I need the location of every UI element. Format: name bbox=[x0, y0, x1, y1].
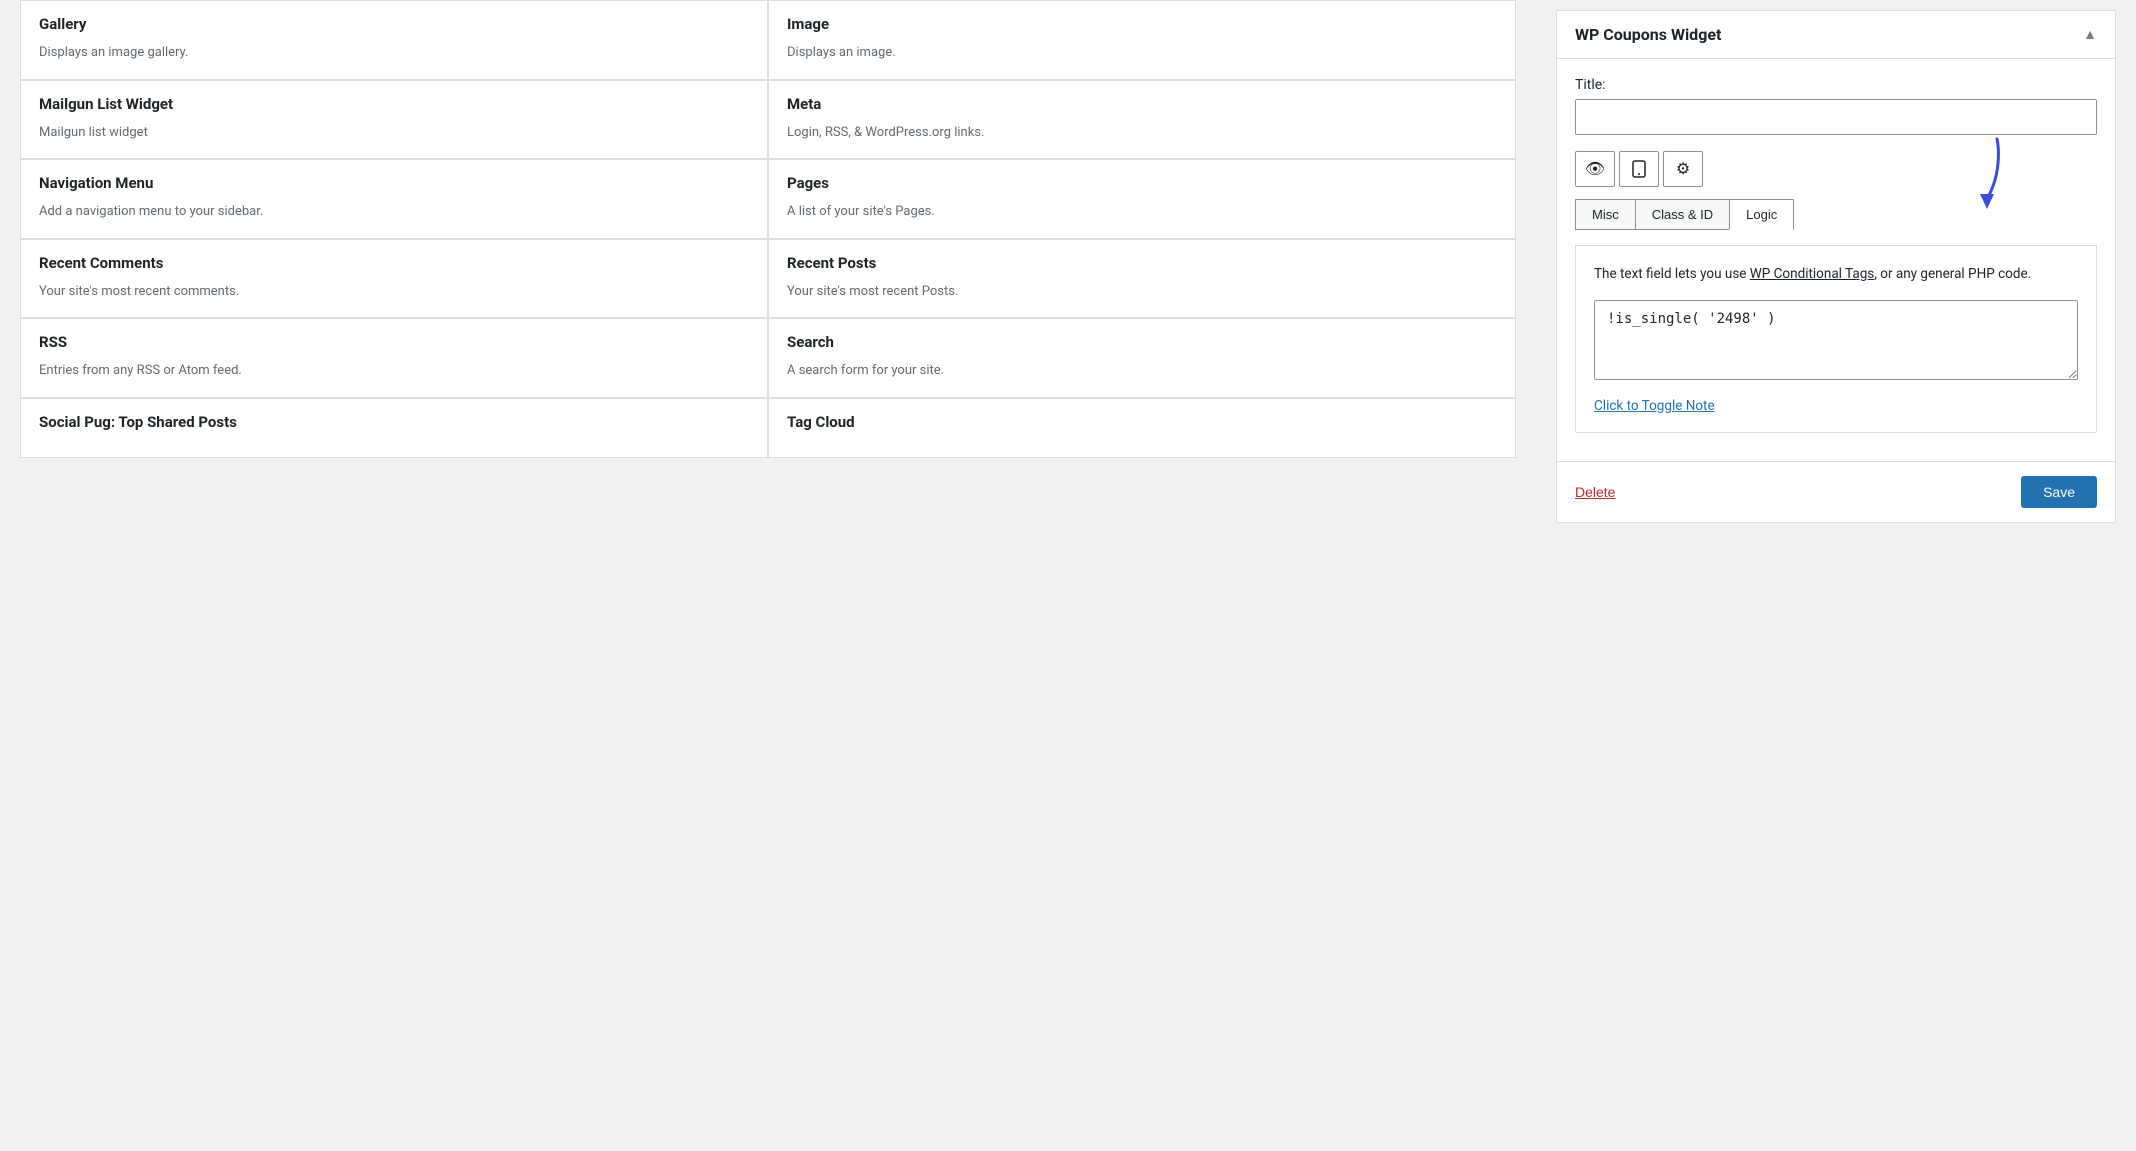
collapse-icon[interactable]: ▲ bbox=[2083, 26, 2097, 43]
widget-title-rss: RSS bbox=[39, 333, 749, 351]
widget-desc-image: Displays an image. bbox=[787, 43, 1497, 63]
widget-item-gallery: Gallery Displays an image gallery. bbox=[20, 0, 768, 80]
widget-title-social-pug: Social Pug: Top Shared Posts bbox=[39, 413, 749, 431]
widget-item-recent-comments: Recent Comments Your site's most recent c… bbox=[20, 239, 768, 319]
tab-class-id[interactable]: Class & ID bbox=[1635, 199, 1730, 230]
widget-title-recent-comments: Recent Comments bbox=[39, 254, 749, 272]
widget-item-meta: Meta Login, RSS, & WordPress.org links. bbox=[768, 80, 1516, 160]
eye-button[interactable]: 👁 bbox=[1575, 151, 1615, 187]
title-input[interactable] bbox=[1575, 99, 2097, 135]
widget-desc-gallery: Displays an image gallery. bbox=[39, 43, 749, 63]
logic-tab-content: The text field lets you use WP Condition… bbox=[1575, 245, 2097, 433]
widget-desc-recent-posts: Your site's most recent Posts. bbox=[787, 282, 1497, 302]
widget-card-title: WP Coupons Widget bbox=[1575, 25, 1721, 44]
widget-title-gallery: Gallery bbox=[39, 15, 749, 33]
save-button[interactable]: Save bbox=[2021, 476, 2097, 508]
icon-toolbar: 👁 ⚙ bbox=[1575, 151, 2097, 187]
widget-title-tag-cloud: Tag Cloud bbox=[787, 413, 1497, 431]
description-part2: , or any general PHP code. bbox=[1874, 266, 2031, 282]
widget-list: Gallery Displays an image gallery. Image Di… bbox=[0, 0, 1536, 1151]
widget-item-search: Search A search form for your site. bbox=[768, 318, 1516, 398]
widget-item-social-pug: Social Pug: Top Shared Posts bbox=[20, 398, 768, 458]
widget-title-navigation-menu: Navigation Menu bbox=[39, 174, 749, 192]
widget-item-mailgun-list-widget: Mailgun List Widget Mailgun list widget bbox=[20, 80, 768, 160]
widget-desc-rss: Entries from any RSS or Atom feed. bbox=[39, 361, 749, 381]
title-label: Title: bbox=[1575, 77, 2097, 93]
description-part1: The text field lets you use bbox=[1594, 266, 1750, 282]
widget-item-pages: Pages A list of your site's Pages. bbox=[768, 159, 1516, 239]
widget-title-mailgun-list-widget: Mailgun List Widget bbox=[39, 95, 749, 113]
tabs-row: Misc Class & ID Logic bbox=[1575, 199, 2097, 230]
widget-title-meta: Meta bbox=[787, 95, 1497, 113]
widget-card-body: Title: 👁 ⚙ bbox=[1557, 59, 2115, 451]
widget-title-pages: Pages bbox=[787, 174, 1497, 192]
delete-button[interactable]: Delete bbox=[1575, 484, 1615, 500]
widget-desc-search: A search form for your site. bbox=[787, 361, 1497, 381]
widget-item-recent-posts: Recent Posts Your site's most recent Post… bbox=[768, 239, 1516, 319]
logic-description: The text field lets you use WP Condition… bbox=[1594, 264, 2078, 286]
widget-desc-navigation-menu: Add a navigation menu to your sidebar. bbox=[39, 202, 749, 222]
widget-item-navigation-menu: Navigation Menu Add a navigation menu to … bbox=[20, 159, 768, 239]
widget-card-header: WP Coupons Widget ▲ bbox=[1557, 11, 2115, 59]
widget-item-tag-cloud: Tag Cloud bbox=[768, 398, 1516, 458]
tab-logic[interactable]: Logic bbox=[1729, 199, 1794, 230]
widget-desc-pages: A list of your site's Pages. bbox=[787, 202, 1497, 222]
widget-desc-meta: Login, RSS, & WordPress.org links. bbox=[787, 123, 1497, 143]
widget-title-search: Search bbox=[787, 333, 1497, 351]
widget-card: WP Coupons Widget ▲ Title: 👁 ⚙ bbox=[1556, 10, 2116, 523]
widget-title-image: Image bbox=[787, 15, 1497, 33]
toggle-note-link[interactable]: Click to Toggle Note bbox=[1594, 398, 2078, 414]
mobile-button[interactable] bbox=[1619, 151, 1659, 187]
widget-desc-mailgun-list-widget: Mailgun list widget bbox=[39, 123, 749, 143]
widget-desc-recent-comments: Your site's most recent comments. bbox=[39, 282, 749, 302]
right-panel: WP Coupons Widget ▲ Title: 👁 ⚙ bbox=[1536, 0, 2136, 1151]
tab-misc[interactable]: Misc bbox=[1575, 199, 1636, 230]
gear-button[interactable]: ⚙ bbox=[1663, 151, 1703, 187]
wp-conditional-tags-link[interactable]: WP Conditional Tags bbox=[1750, 266, 1874, 282]
widget-item-image: Image Displays an image. bbox=[768, 0, 1516, 80]
widget-item-rss: RSS Entries from any RSS or Atom feed. bbox=[20, 318, 768, 398]
widget-title-recent-posts: Recent Posts bbox=[787, 254, 1497, 272]
logic-code-textarea[interactable] bbox=[1594, 300, 2078, 380]
widget-card-footer: Delete Save bbox=[1557, 461, 2115, 522]
